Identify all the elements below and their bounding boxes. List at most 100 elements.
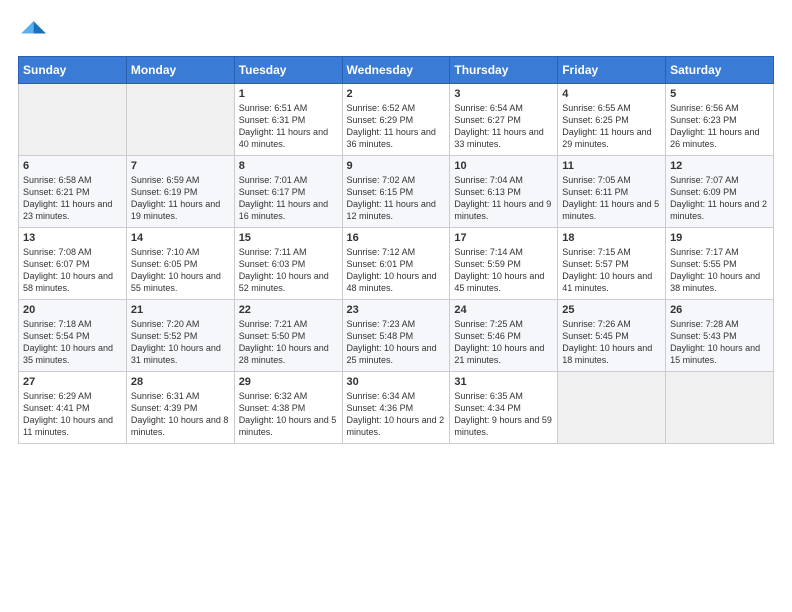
day-info: Sunrise: 6:55 AM [562,102,661,114]
day-info: Sunrise: 6:56 AM [670,102,769,114]
calendar-table: SundayMondayTuesdayWednesdayThursdayFrid… [18,56,774,444]
day-info: Daylight: 11 hours and 2 minutes. [670,198,769,222]
day-number: 30 [347,376,446,388]
day-cell: 31Sunrise: 6:35 AMSunset: 4:34 PMDayligh… [450,372,558,444]
day-number: 29 [239,376,338,388]
logo-icon [18,18,46,46]
day-info: Sunrise: 6:29 AM [23,390,122,402]
day-info: Sunset: 5:52 PM [131,330,230,342]
day-info: Sunrise: 7:01 AM [239,174,338,186]
day-info: Daylight: 11 hours and 33 minutes. [454,126,553,150]
day-number: 16 [347,232,446,244]
day-info: Sunrise: 7:18 AM [23,318,122,330]
day-info: Sunset: 5:59 PM [454,258,553,270]
day-info: Sunrise: 7:15 AM [562,246,661,258]
day-info: Sunset: 5:57 PM [562,258,661,270]
day-info: Daylight: 10 hours and 25 minutes. [347,342,446,366]
day-number: 8 [239,160,338,172]
day-info: Sunrise: 7:02 AM [347,174,446,186]
day-info: Daylight: 11 hours and 19 minutes. [131,198,230,222]
day-info: Sunset: 6:19 PM [131,186,230,198]
day-number: 7 [131,160,230,172]
day-info: Sunset: 6:15 PM [347,186,446,198]
day-number: 28 [131,376,230,388]
header-row: SundayMondayTuesdayWednesdayThursdayFrid… [19,57,774,84]
day-info: Sunset: 6:11 PM [562,186,661,198]
day-cell: 2Sunrise: 6:52 AMSunset: 6:29 PMDaylight… [342,84,450,156]
day-info: Daylight: 10 hours and 21 minutes. [454,342,553,366]
day-number: 26 [670,304,769,316]
day-cell: 11Sunrise: 7:05 AMSunset: 6:11 PMDayligh… [558,156,666,228]
day-info: Sunrise: 7:10 AM [131,246,230,258]
day-info: Sunset: 4:38 PM [239,402,338,414]
day-info: Sunrise: 6:59 AM [131,174,230,186]
header-day-saturday: Saturday [666,57,774,84]
day-info: Sunrise: 7:26 AM [562,318,661,330]
page: SundayMondayTuesdayWednesdayThursdayFrid… [0,0,792,612]
day-info: Sunset: 5:54 PM [23,330,122,342]
day-info: Daylight: 11 hours and 9 minutes. [454,198,553,222]
day-number: 12 [670,160,769,172]
day-number: 23 [347,304,446,316]
day-info: Sunset: 6:07 PM [23,258,122,270]
day-info: Daylight: 11 hours and 5 minutes. [562,198,661,222]
day-info: Daylight: 11 hours and 26 minutes. [670,126,769,150]
day-cell: 16Sunrise: 7:12 AMSunset: 6:01 PMDayligh… [342,228,450,300]
day-info: Sunset: 5:48 PM [347,330,446,342]
day-info: Sunset: 6:21 PM [23,186,122,198]
day-cell: 26Sunrise: 7:28 AMSunset: 5:43 PMDayligh… [666,300,774,372]
day-info: Sunrise: 6:54 AM [454,102,553,114]
day-info: Daylight: 11 hours and 29 minutes. [562,126,661,150]
day-info: Sunset: 4:41 PM [23,402,122,414]
day-info: Daylight: 11 hours and 16 minutes. [239,198,338,222]
day-info: Sunrise: 7:23 AM [347,318,446,330]
week-row-4: 20Sunrise: 7:18 AMSunset: 5:54 PMDayligh… [19,300,774,372]
day-info: Sunrise: 7:17 AM [670,246,769,258]
week-row-2: 6Sunrise: 6:58 AMSunset: 6:21 PMDaylight… [19,156,774,228]
day-info: Sunrise: 7:28 AM [670,318,769,330]
day-info: Sunrise: 7:12 AM [347,246,446,258]
day-info: Sunset: 5:43 PM [670,330,769,342]
day-info: Sunrise: 7:07 AM [670,174,769,186]
day-info: Sunset: 6:25 PM [562,114,661,126]
day-info: Sunrise: 7:14 AM [454,246,553,258]
day-cell: 27Sunrise: 6:29 AMSunset: 4:41 PMDayligh… [19,372,127,444]
day-info: Sunset: 6:17 PM [239,186,338,198]
day-cell: 20Sunrise: 7:18 AMSunset: 5:54 PMDayligh… [19,300,127,372]
day-info: Sunrise: 7:11 AM [239,246,338,258]
day-info: Daylight: 11 hours and 40 minutes. [239,126,338,150]
day-cell: 12 Sunrise: 7:07 AMSunset: 6:09 PMDayligh… [666,156,774,228]
day-info: Daylight: 10 hours and 8 minutes. [131,414,230,438]
day-cell: 23 Sunrise: 7:23 AMSunset: 5:48 PMDayligh… [342,300,450,372]
day-info: Sunset: 5:50 PM [239,330,338,342]
day-info: Sunrise: 6:58 AM [23,174,122,186]
day-info: Sunset: 4:34 PM [454,402,553,414]
day-info: Daylight: 10 hours and 11 minutes. [23,414,122,438]
day-cell: 19Sunrise: 7:17 AMSunset: 5:55 PMDayligh… [666,228,774,300]
day-cell: 18 Sunrise: 7:15 AMSunset: 5:57 PMDayligh… [558,228,666,300]
day-number: 15 [239,232,338,244]
day-number: 4 [562,88,661,100]
day-cell: 21Sunrise: 7:20 AMSunset: 5:52 PMDayligh… [126,300,234,372]
week-row-3: 13Sunrise: 7:08 AMSunset: 6:07 PMDayligh… [19,228,774,300]
week-row-5: 27Sunrise: 6:29 AMSunset: 4:41 PMDayligh… [19,372,774,444]
day-number: 18 [562,232,661,244]
day-cell: 22Sunrise: 7:21 AMSunset: 5:50 PMDayligh… [234,300,342,372]
day-info: Daylight: 10 hours and 41 minutes. [562,270,661,294]
day-info: Sunrise: 6:51 AM [239,102,338,114]
day-number: 21 [131,304,230,316]
day-info: Sunset: 5:45 PM [562,330,661,342]
day-cell: 28Sunrise: 6:31 AMSunset: 4:39 PMDayligh… [126,372,234,444]
day-cell: 10Sunrise: 7:04 AMSunset: 6:13 PMDayligh… [450,156,558,228]
day-cell: 4 Sunrise: 6:55 AMSunset: 6:25 PMDaylight… [558,84,666,156]
day-info: Daylight: 10 hours and 45 minutes. [454,270,553,294]
day-info: Daylight: 10 hours and 52 minutes. [239,270,338,294]
logo [18,18,50,46]
day-info: Sunset: 6:29 PM [347,114,446,126]
day-info: Sunset: 6:09 PM [670,186,769,198]
day-cell: 24Sunrise: 7:25 AMSunset: 5:46 PMDayligh… [450,300,558,372]
day-info: Sunset: 5:46 PM [454,330,553,342]
day-info: Sunset: 6:23 PM [670,114,769,126]
day-number: 3 [454,88,553,100]
day-info: Daylight: 10 hours and 31 minutes. [131,342,230,366]
